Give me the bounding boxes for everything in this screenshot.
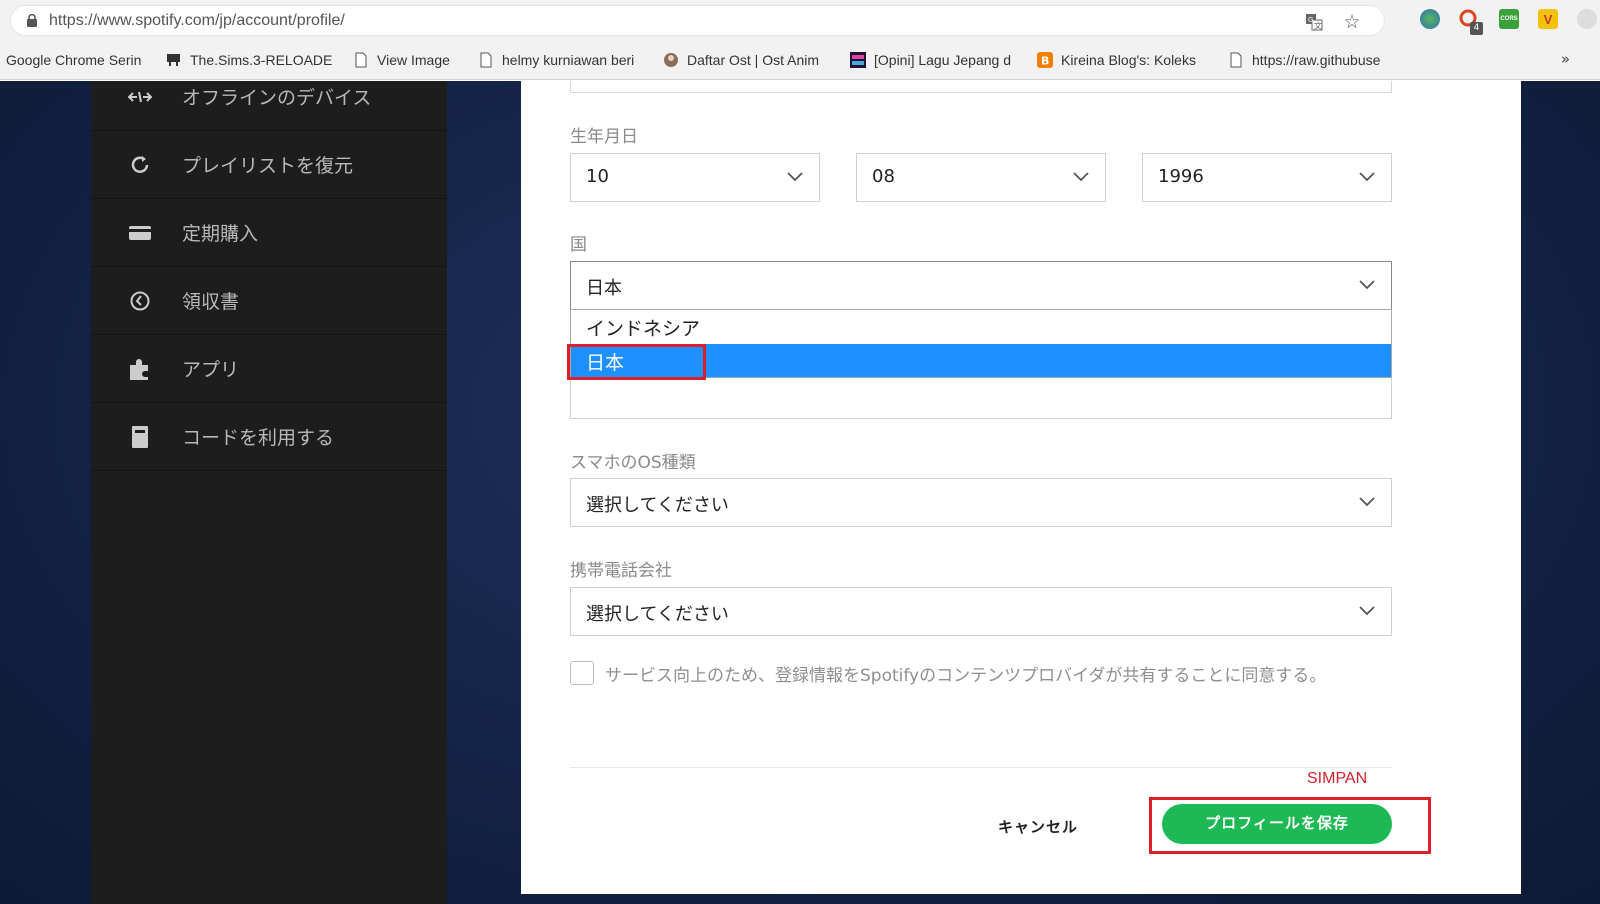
bookmark-item[interactable]: [Opini] Lagu Jepang d (850, 50, 1020, 70)
globe-extension-icon[interactable] (1420, 9, 1440, 29)
sidebar-item-redeem-code[interactable]: コードを利用する (91, 403, 447, 471)
bookmark-item[interactable]: helmy kurniawan beri (478, 50, 643, 70)
credit-card-icon (127, 220, 153, 246)
bookmark-item[interactable]: B Kireina Blog's: Koleks (1037, 50, 1204, 70)
receipt-clock-icon (127, 288, 153, 314)
country-select[interactable]: 日本 (570, 261, 1392, 310)
bookmark-item[interactable]: Daftar Ost | Ost Anim (663, 50, 831, 70)
lock-icon (27, 14, 37, 27)
sidebar-item-restore-playlists[interactable]: プレイリストを復元 (91, 131, 447, 199)
country-option-japan[interactable]: 日本 (571, 344, 1391, 377)
translate-icon[interactable]: 文G (1305, 13, 1323, 31)
carrier-select[interactable]: 選択してください (570, 587, 1392, 636)
image-icon (850, 52, 866, 68)
blogger-icon: B (1037, 52, 1053, 68)
birthdate-label: 生年月日 (570, 127, 638, 147)
svg-text:文: 文 (1314, 21, 1322, 31)
code-card-icon (127, 424, 153, 450)
sidebar-item-subscription[interactable]: 定期購入 (91, 199, 447, 267)
chevron-down-icon (1073, 172, 1089, 182)
carrier-label: 携帯電話会社 (570, 561, 672, 581)
page-icon (1228, 52, 1244, 68)
bookmarks-overflow-button[interactable]: » (1561, 50, 1570, 68)
chevron-down-icon (1359, 280, 1375, 290)
consent-checkbox[interactable] (570, 661, 594, 685)
chevron-down-icon (787, 172, 803, 182)
chevron-down-icon (1359, 497, 1375, 507)
v-extension-icon[interactable]: V (1538, 9, 1558, 29)
page-icon (478, 52, 494, 68)
avatar-icon (663, 52, 679, 68)
puzzle-icon (127, 356, 153, 382)
chevron-down-icon (1359, 172, 1375, 182)
birth-day-select[interactable]: 08 (856, 153, 1106, 202)
bookmark-star-icon[interactable]: ☆ (1343, 11, 1361, 33)
os-type-label: スマホのOS種類 (570, 453, 696, 473)
profile-extension-icon[interactable] (1577, 9, 1597, 29)
consent-text: サービス向上のため、登録情報をSpotifyのコンテンツプロバイダが共有すること… (605, 666, 1327, 686)
cancel-button[interactable]: キャンセル (978, 811, 1098, 841)
account-sidebar: オフラインのデバイス プレイリストを復元 定期購入 領収書 アプリ コードを利用… (91, 81, 447, 904)
country-dropdown-list: インドネシア 日本 (570, 309, 1392, 378)
cors-extension-icon[interactable]: CORS (1499, 9, 1519, 29)
svg-text:B: B (1041, 55, 1049, 68)
birth-month-select[interactable]: 10 (570, 153, 820, 202)
browser-toolbar: https://www.spotify.com/jp/account/profi… (0, 0, 1600, 40)
chevron-down-icon (1359, 606, 1375, 616)
svg-text:G: G (1308, 16, 1313, 24)
bookmark-item[interactable]: https://raw.githubuse (1228, 50, 1396, 70)
country-label: 国 (570, 235, 587, 255)
url-text: https://www.spotify.com/jp/account/profi… (49, 12, 345, 29)
sidebar-item-receipts[interactable]: 領収書 (91, 267, 447, 335)
form-divider (570, 767, 1392, 768)
save-profile-button[interactable]: プロフィールを保存 (1162, 804, 1392, 844)
extension-badge: 4 (1470, 22, 1483, 35)
previous-field-bottom (570, 81, 1392, 93)
offline-devices-icon (127, 84, 153, 110)
birth-year-select[interactable]: 1996 (1142, 153, 1392, 202)
os-type-select[interactable]: 選択してください (570, 478, 1392, 527)
restore-icon (127, 152, 153, 178)
address-bar[interactable]: https://www.spotify.com/jp/account/profi… (10, 5, 1385, 36)
country-option-indonesia[interactable]: インドネシア (571, 310, 1391, 343)
sidebar-item-offline-devices[interactable]: オフラインのデバイス (91, 63, 447, 131)
sidebar-item-apps[interactable]: アプリ (91, 335, 447, 403)
annotation-note: SIMPAN (1307, 770, 1368, 787)
